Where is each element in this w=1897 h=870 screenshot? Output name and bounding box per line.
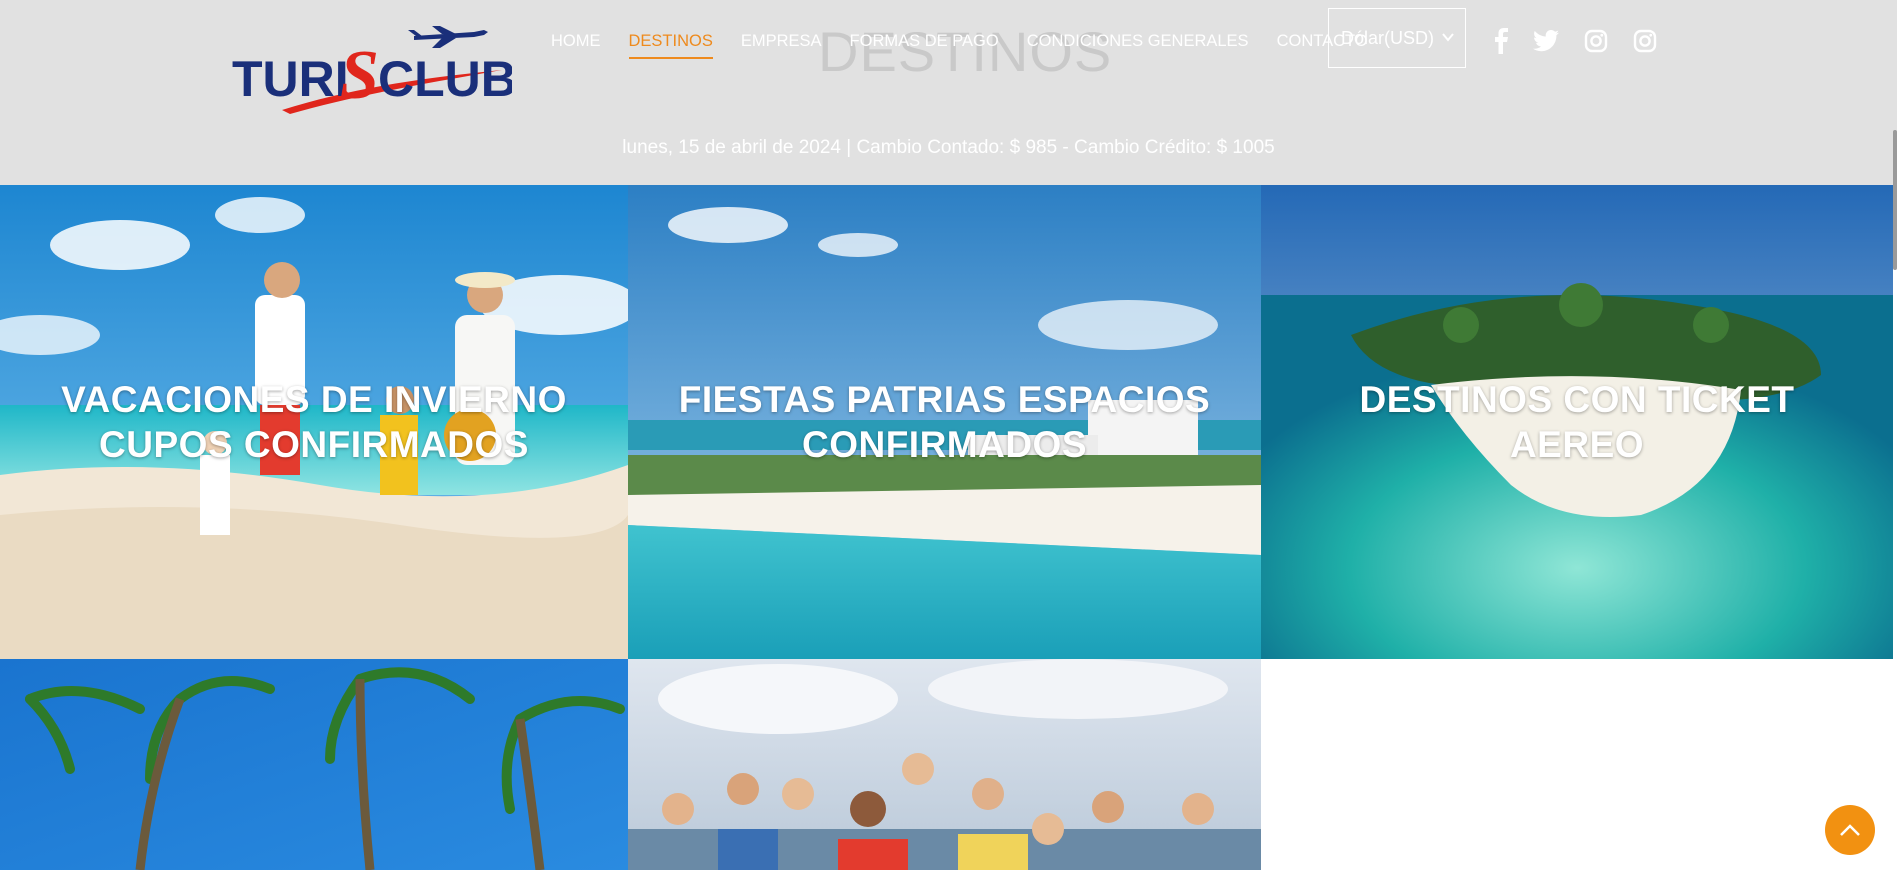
nav-formas-de-pago[interactable]: FORMAS DE PAGO <box>850 24 999 61</box>
date-exchange-rate-bar: lunes, 15 de abril de 2024 | Cambio Cont… <box>622 137 1275 158</box>
instagram-icon[interactable] <box>1582 27 1610 55</box>
currency-selected-value: Dólar(USD) <box>1341 27 1435 48</box>
currency-select[interactable]: Dólar(USD) <box>1328 8 1466 68</box>
nav-empresa[interactable]: EMPRESA <box>741 24 822 61</box>
instagram-icon[interactable] <box>1631 27 1659 55</box>
page-scrollbar[interactable] <box>1893 130 1897 270</box>
logo-text-s: S <box>340 37 379 114</box>
tile-caption: FIESTAS PATRIAS ESPACIOS CONFIRMADOS <box>678 379 1211 465</box>
destination-tile-vacaciones[interactable]: VACACIONES DE INVIERNO CUPOS CONFIRMADOS <box>0 185 628 659</box>
tile-caption: VACACIONES DE INVIERNO CUPOS CONFIRMADOS <box>61 379 567 465</box>
site-header: DESTINOS TURI S CLUB HOME DESTINOS EMPRE… <box>0 0 1897 185</box>
twitter-icon[interactable] <box>1532 27 1560 55</box>
teen-group-image <box>628 659 1261 870</box>
turisclub-logo[interactable]: TURI S CLUB <box>232 18 512 114</box>
destination-tile-group[interactable] <box>628 659 1261 870</box>
chevron-up-icon <box>1840 824 1860 836</box>
main-nav: HOME DESTINOS EMPRESA FORMAS DE PAGO CON… <box>551 22 1396 62</box>
destination-tile-ticket-aereo[interactable]: DESTINOS CON TICKET AEREO <box>1261 185 1893 659</box>
tile-caption: DESTINOS CON TICKET AEREO <box>1359 379 1795 465</box>
plane-icon <box>408 26 488 48</box>
destination-tile-fiestas-patrias[interactable]: FIESTAS PATRIAS ESPACIOS CONFIRMADOS <box>628 185 1261 659</box>
logo-text-club: CLUB <box>378 51 512 107</box>
logo-text-turi: TURI <box>232 51 349 107</box>
chevron-down-icon <box>1442 33 1454 42</box>
palm-trees-image <box>0 659 628 870</box>
nav-destinos[interactable]: DESTINOS <box>628 24 714 61</box>
back-to-top-button[interactable] <box>1825 805 1875 855</box>
facebook-icon[interactable] <box>1487 27 1515 55</box>
destination-tile-palms[interactable] <box>0 659 628 870</box>
nav-home[interactable]: HOME <box>551 24 601 61</box>
nav-condiciones-generales[interactable]: CONDICIONES GENERALES <box>1027 24 1249 61</box>
